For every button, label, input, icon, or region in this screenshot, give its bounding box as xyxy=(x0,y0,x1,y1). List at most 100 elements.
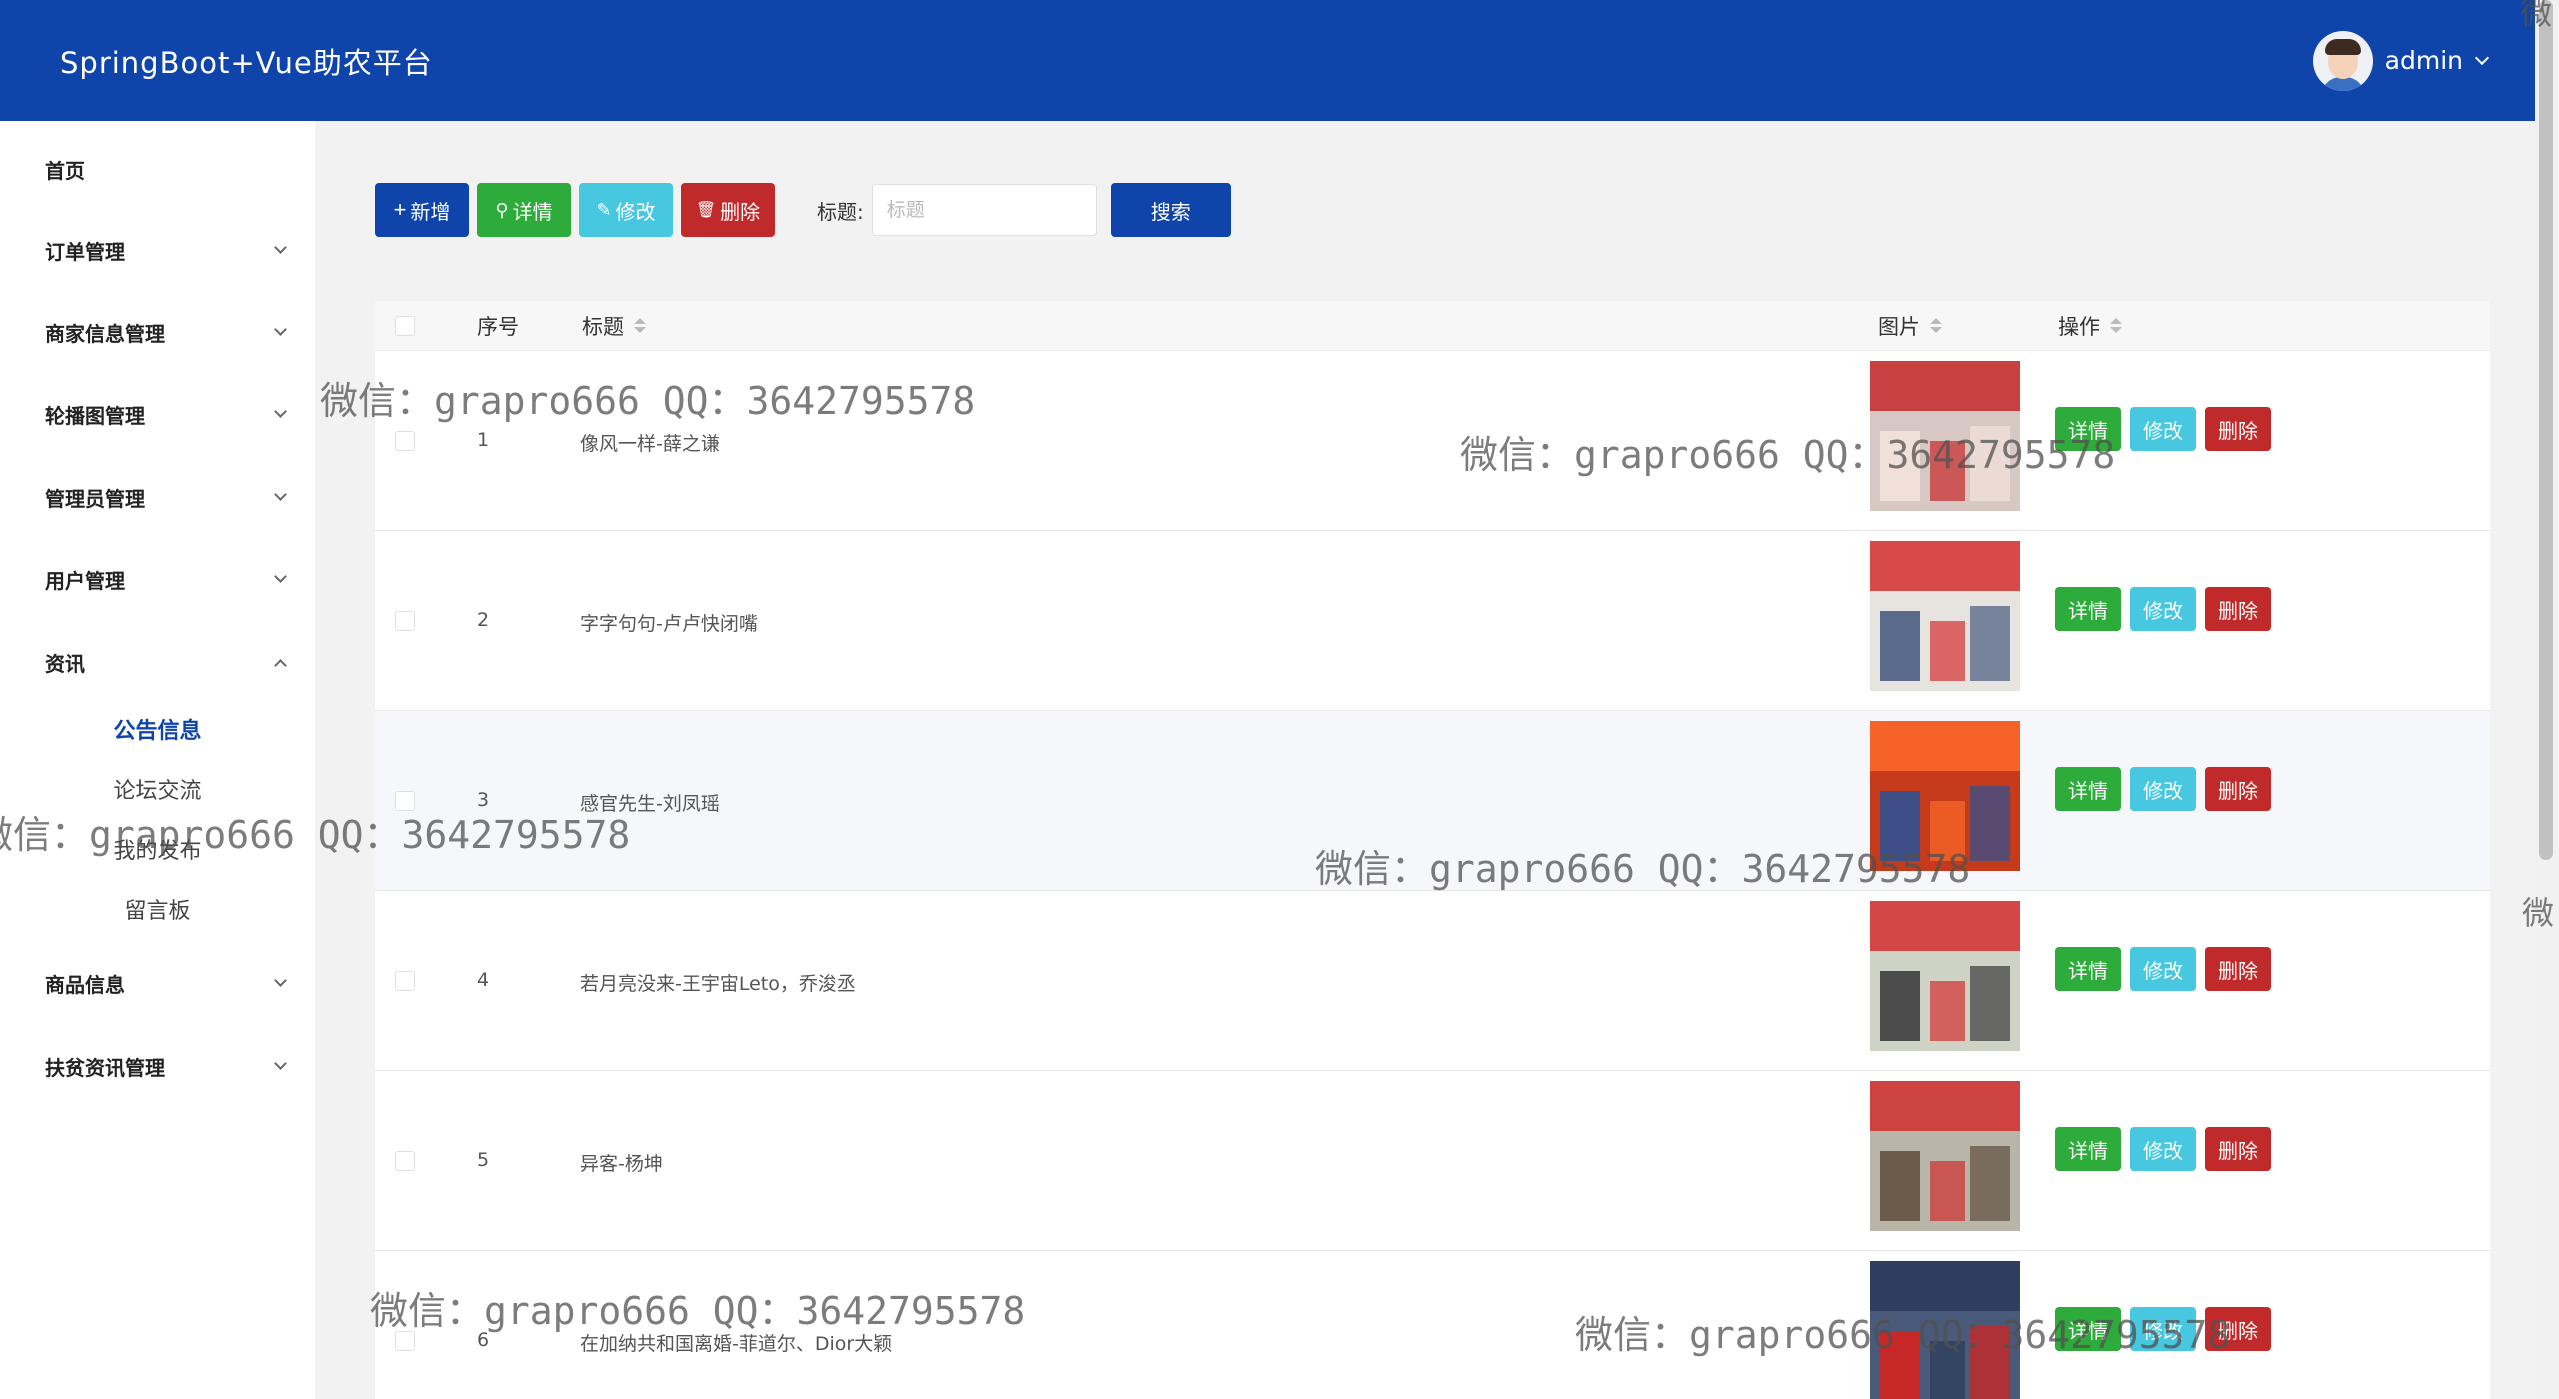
row-index: 3 xyxy=(477,789,490,811)
user-menu[interactable]: admin xyxy=(2312,30,2490,91)
column-header-image[interactable]: 图片 xyxy=(1878,311,1942,341)
sort-icon[interactable] xyxy=(1930,318,1942,333)
column-title-label: 标题 xyxy=(582,314,624,339)
sidebar-item-products[interactable]: 商品信息 xyxy=(45,969,287,998)
row-thumbnail xyxy=(1870,901,2020,1051)
search-label: 标题: xyxy=(817,199,864,224)
sidebar-item-poverty-news[interactable]: 扶贫资讯管理 xyxy=(45,1052,287,1081)
chevron-down-icon[interactable] xyxy=(2474,50,2490,65)
chevron-down-icon xyxy=(274,323,287,336)
chevron-down-icon xyxy=(274,405,287,418)
app-title: SpringBoot+Vue助农平台 xyxy=(60,45,433,80)
notice-table: 序号 标题 图片 操作 1 像风一样-薛之谦 详情 修改 删除 2 字字句句-卢卢快闭嘴 详情… xyxy=(375,301,2490,1399)
column-header-actions[interactable]: 操作 xyxy=(2058,311,2122,341)
row-thumbnail xyxy=(1870,1081,2020,1231)
title-search-input[interactable] xyxy=(871,184,1097,236)
row-index: 6 xyxy=(477,1329,490,1351)
select-all-checkbox[interactable] xyxy=(395,315,415,336)
chevron-up-icon xyxy=(274,659,287,672)
sidebar-item-label: 首页 xyxy=(45,159,85,183)
row-checkbox[interactable] xyxy=(395,1151,415,1171)
edit-button-label: 修改 xyxy=(615,201,656,224)
submenu-item-message-board[interactable]: 留言板 xyxy=(0,893,315,925)
table-row[interactable]: 5 异客-杨坤 详情 修改 删除 xyxy=(375,1071,2490,1251)
column-header-title[interactable]: 标题 xyxy=(582,311,646,341)
add-button-label: 新增 xyxy=(410,201,451,224)
row-index: 4 xyxy=(477,969,490,991)
row-thumbnail xyxy=(1870,361,2020,511)
submenu-item-notices[interactable]: 公告信息 xyxy=(0,713,315,745)
row-checkbox[interactable] xyxy=(395,791,415,811)
row-index: 5 xyxy=(477,1149,490,1171)
sidebar-item-home[interactable]: 首页 xyxy=(45,155,285,184)
row-edit-button[interactable]: 修改 xyxy=(2130,407,2196,451)
scrollbar-thumb[interactable] xyxy=(2539,0,2553,860)
row-delete-button[interactable]: 删除 xyxy=(2205,587,2271,631)
row-delete-button[interactable]: 删除 xyxy=(2205,947,2271,991)
sort-icon[interactable] xyxy=(634,318,646,333)
username-label[interactable]: admin xyxy=(2385,46,2463,75)
row-detail-button[interactable]: 详情 xyxy=(2055,1127,2121,1171)
row-checkbox[interactable] xyxy=(395,971,415,991)
row-delete-button[interactable]: 删除 xyxy=(2205,767,2271,811)
search-icon: ⚲ xyxy=(495,199,509,220)
row-detail-button[interactable]: 详情 xyxy=(2055,1307,2121,1351)
avatar[interactable] xyxy=(2312,30,2373,91)
table-row[interactable]: 2 字字句句-卢卢快闭嘴 详情 修改 删除 xyxy=(375,531,2490,711)
main-content: +新增 ⚲详情 ✎修改 🗑删除 标题: 搜索 序号 标题 图片 操作 1像风一样… xyxy=(315,121,2535,1399)
row-edit-button[interactable]: 修改 xyxy=(2130,767,2196,811)
row-delete-button[interactable]: 删除 xyxy=(2205,1307,2271,1351)
sidebar-item-users[interactable]: 用户管理 xyxy=(45,565,287,594)
row-detail-button[interactable]: 详情 xyxy=(2055,407,2121,451)
table-row[interactable]: 4 若月亮没来-王宇宙Leto，乔浚丞 详情 修改 删除 xyxy=(375,891,2490,1071)
add-button[interactable]: + 新增 xyxy=(375,183,469,237)
row-index: 1 xyxy=(477,429,490,451)
chevron-down-icon xyxy=(274,488,287,501)
row-thumbnail xyxy=(1870,541,2020,691)
row-detail-button[interactable]: 详情 xyxy=(2055,947,2121,991)
sidebar-item-orders[interactable]: 订单管理 xyxy=(45,236,287,265)
row-edit-button[interactable]: 修改 xyxy=(2130,1307,2196,1351)
column-header-index: 序号 xyxy=(477,314,519,339)
row-delete-button[interactable]: 删除 xyxy=(2205,407,2271,451)
row-checkbox[interactable] xyxy=(395,431,415,451)
sort-icon[interactable] xyxy=(2110,318,2122,333)
sidebar-item-admins[interactable]: 管理员管理 xyxy=(45,483,287,512)
row-edit-button[interactable]: 修改 xyxy=(2130,587,2196,631)
row-detail-button[interactable]: 详情 xyxy=(2055,767,2121,811)
edit-icon: ✎ xyxy=(596,199,612,220)
chevron-down-icon xyxy=(274,241,287,254)
submenu-item-forum[interactable]: 论坛交流 xyxy=(0,773,315,805)
table-row[interactable]: 6 在加纳共和国离婚-菲道尔、Dior大颖 详情 修改 删除 xyxy=(375,1251,2490,1399)
row-title: 感官先生-刘凤瑶 xyxy=(580,793,720,815)
edit-button[interactable]: ✎ 修改 xyxy=(579,183,673,237)
row-detail-button[interactable]: 详情 xyxy=(2055,587,2121,631)
submenu-item-my-posts[interactable]: 我的发布 xyxy=(0,833,315,865)
row-index: 2 xyxy=(477,609,490,631)
detail-button[interactable]: ⚲ 详情 xyxy=(477,183,571,237)
sidebar-item-label: 用户管理 xyxy=(45,569,125,593)
row-delete-button[interactable]: 删除 xyxy=(2205,1127,2271,1171)
sidebar: 首页 订单管理 商家信息管理 轮播图管理 管理员管理 用户管理 资讯 公告信息 … xyxy=(0,121,315,1399)
row-title: 字字句句-卢卢快闭嘴 xyxy=(580,613,758,635)
table-row[interactable]: 1 像风一样-薛之谦 详情 修改 删除 xyxy=(375,351,2490,531)
row-thumbnail xyxy=(1870,721,2020,871)
trash-icon: 🗑 xyxy=(695,202,717,219)
sidebar-item-label: 商家信息管理 xyxy=(45,322,165,346)
search-button[interactable]: 搜索 xyxy=(1110,183,1231,237)
sidebar-item-merchants[interactable]: 商家信息管理 xyxy=(45,318,287,347)
row-checkbox[interactable] xyxy=(395,1331,415,1351)
row-edit-button[interactable]: 修改 xyxy=(2130,1127,2196,1171)
toolbar: +新增 ⚲详情 ✎修改 🗑删除 标题: 搜索 xyxy=(375,183,1239,237)
page-scrollbar[interactable] xyxy=(2535,0,2559,1399)
sidebar-item-news[interactable]: 资讯 xyxy=(45,648,287,677)
chevron-down-icon xyxy=(274,974,287,987)
delete-button[interactable]: 🗑 删除 xyxy=(681,183,775,237)
row-edit-button[interactable]: 修改 xyxy=(2130,947,2196,991)
row-checkbox[interactable] xyxy=(395,611,415,631)
chevron-down-icon xyxy=(274,1057,287,1070)
row-thumbnail xyxy=(1870,1261,2020,1399)
sidebar-item-carousel[interactable]: 轮播图管理 xyxy=(45,400,287,429)
sidebar-item-label: 管理员管理 xyxy=(45,487,145,511)
table-row[interactable]: 3 感官先生-刘凤瑶 详情 修改 删除 xyxy=(375,711,2490,891)
